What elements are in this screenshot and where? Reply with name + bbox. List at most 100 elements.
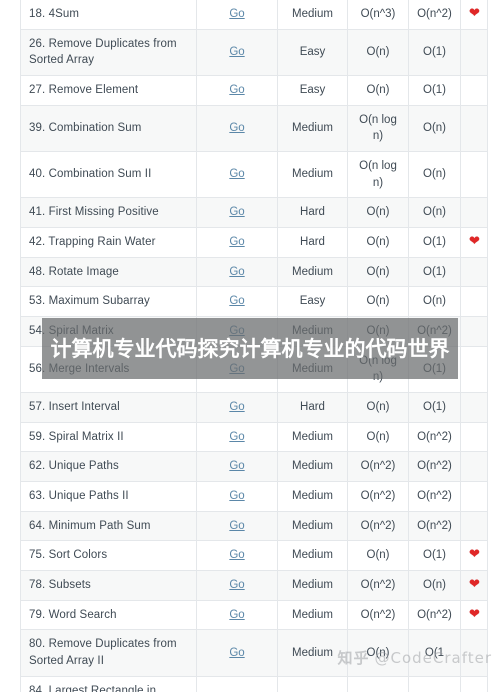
favorite-cell[interactable] <box>460 451 488 483</box>
space-complexity-cell: O(n^2) <box>408 451 461 483</box>
favorite-cell[interactable]: ❤ <box>460 570 488 601</box>
table-row: 53. Maximum Subarray Go Easy O(n) O(n) <box>20 286 488 318</box>
favorite-cell[interactable]: ❤ <box>460 540 488 572</box>
go-link[interactable]: Go <box>229 295 244 307</box>
favorite-cell[interactable] <box>460 421 488 453</box>
space-complexity-cell: O(1) <box>408 75 461 106</box>
space-complexity-cell: O(1) <box>408 227 461 258</box>
heart-icon[interactable]: ❤ <box>469 547 480 560</box>
favorite-cell[interactable]: ❤ <box>460 227 488 258</box>
go-link[interactable]: Go <box>229 325 244 337</box>
table-row: 84. Largest Rectangle in HistogramGoMedi… <box>20 675 488 692</box>
time-complexity-cell: O(n) <box>347 675 409 692</box>
problem-list-page: 18. 4Sum Go Medium O(n^3) O(n^2) ❤ 26. Remove … <box>0 0 500 692</box>
go-link-cell: Go <box>196 28 278 77</box>
heart-icon[interactable]: ❤ <box>469 234 480 247</box>
problem-title-cell: 62. Unique Paths <box>20 451 197 483</box>
go-link-cell: Go <box>196 451 278 483</box>
favorite-cell[interactable]: ❤ <box>460 599 488 631</box>
time-complexity-cell: O(n) <box>347 286 409 318</box>
go-link[interactable]: Go <box>229 520 244 532</box>
space-complexity-cell: O(n) <box>408 151 461 199</box>
go-link[interactable]: Go <box>229 609 244 621</box>
table-row: 63. Unique Paths II Go Medium O(n^2) O(n^2) <box>20 481 488 512</box>
go-link[interactable]: Go <box>229 431 244 443</box>
favorite-cell[interactable] <box>460 151 488 199</box>
go-link-cell: Go <box>196 570 278 601</box>
favorite-cell[interactable] <box>460 345 488 394</box>
go-link[interactable]: Go <box>229 647 244 659</box>
problem-title-cell: 63. Unique Paths II <box>20 481 197 512</box>
favorite-cell[interactable] <box>460 286 488 318</box>
go-link[interactable]: Go <box>229 122 244 134</box>
space-complexity-cell: O(n^2) <box>408 421 461 453</box>
time-complexity-cell: O(n) <box>347 421 409 453</box>
go-link[interactable]: Go <box>229 168 244 180</box>
table-row: 80. Remove Duplicates from Sorted Array … <box>20 629 488 677</box>
favorite-cell[interactable] <box>460 197 488 229</box>
space-complexity-cell: O(n) <box>408 675 461 692</box>
space-complexity-cell: O(n^2) <box>408 0 461 30</box>
problem-title-cell: 39. Combination Sum <box>20 104 197 153</box>
go-link[interactable]: Go <box>229 490 244 502</box>
go-link[interactable]: Go <box>229 460 244 472</box>
go-link[interactable]: Go <box>229 8 244 20</box>
go-link[interactable]: Go <box>229 579 244 591</box>
heart-icon[interactable]: ❤ <box>469 577 480 590</box>
favorite-cell[interactable]: ❤ <box>460 0 488 30</box>
favorite-cell[interactable] <box>460 629 488 677</box>
go-link-cell: Go <box>196 510 278 542</box>
table-row: 75. Sort Colors Go Medium O(n) O(1) ❤ <box>20 540 488 572</box>
space-complexity-cell: O(1) <box>408 256 461 288</box>
difficulty-cell: Medium <box>277 345 348 394</box>
difficulty-cell: Medium <box>277 421 348 453</box>
problem-title-cell: 56. Merge Intervals <box>20 345 197 394</box>
go-link[interactable]: Go <box>229 206 244 218</box>
difficulty-cell: Easy <box>277 75 348 106</box>
go-link-cell: Go <box>196 481 278 512</box>
table-row: 79. Word Search Go Medium O(n^2) O(n^2) ❤ <box>20 599 488 631</box>
space-complexity-cell: O(1 <box>408 629 461 677</box>
go-link[interactable]: Go <box>229 401 244 413</box>
go-link[interactable]: Go <box>229 363 244 375</box>
table-row: 27. Remove Element Go Easy O(n) O(1) <box>20 75 488 106</box>
go-link-cell: Go <box>196 104 278 153</box>
table-row: 62. Unique Paths Go Medium O(n^2) O(n^2) <box>20 451 488 483</box>
favorite-cell[interactable] <box>460 104 488 153</box>
space-complexity-cell: O(n^2) <box>408 599 461 631</box>
time-complexity-cell: O(n) <box>347 316 409 347</box>
go-link[interactable]: Go <box>229 266 244 278</box>
favorite-cell[interactable] <box>460 392 488 423</box>
space-complexity-cell: O(1) <box>408 392 461 423</box>
go-link-cell: Go <box>196 256 278 288</box>
space-complexity-cell: O(n) <box>408 286 461 318</box>
heart-icon[interactable]: ❤ <box>469 6 480 19</box>
problem-title-cell: 78. Subsets <box>20 570 197 601</box>
go-link-cell: Go <box>196 75 278 106</box>
favorite-cell[interactable]: ❤ <box>460 675 488 692</box>
favorite-cell[interactable] <box>460 256 488 288</box>
heart-icon[interactable]: ❤ <box>469 607 480 620</box>
table-row: 59. Spiral Matrix II Go Medium O(n) O(n^2) <box>20 421 488 453</box>
go-link[interactable]: Go <box>229 549 244 561</box>
difficulty-cell: Medium <box>277 104 348 153</box>
space-complexity-cell: O(n^2) <box>408 510 461 542</box>
favorite-cell[interactable] <box>460 316 488 347</box>
problem-title-cell: 59. Spiral Matrix II <box>20 421 197 453</box>
problem-title-cell: 18. 4Sum <box>20 0 197 30</box>
problem-title-cell: 57. Insert Interval <box>20 392 197 423</box>
go-link[interactable]: Go <box>229 236 244 248</box>
problems-table: 18. 4Sum Go Medium O(n^3) O(n^2) ❤ 26. Remove … <box>20 0 488 692</box>
favorite-cell[interactable] <box>460 28 488 77</box>
go-link-cell: Go <box>196 345 278 394</box>
go-link[interactable]: Go <box>229 46 244 58</box>
favorite-cell[interactable] <box>460 510 488 542</box>
table-row: 39. Combination Sum Go Medium O(n log n) O(n… <box>20 104 488 153</box>
go-link[interactable]: Go <box>229 84 244 96</box>
go-link-cell: Go <box>196 227 278 258</box>
favorite-cell[interactable] <box>460 481 488 512</box>
table-row: 57. Insert Interval Go Hard O(n) O(1) <box>20 392 488 423</box>
problems-table-body: 18. 4Sum Go Medium O(n^3) O(n^2) ❤ 26. Remove … <box>20 0 488 692</box>
favorite-cell[interactable] <box>460 75 488 106</box>
difficulty-cell: Medium <box>277 481 348 512</box>
